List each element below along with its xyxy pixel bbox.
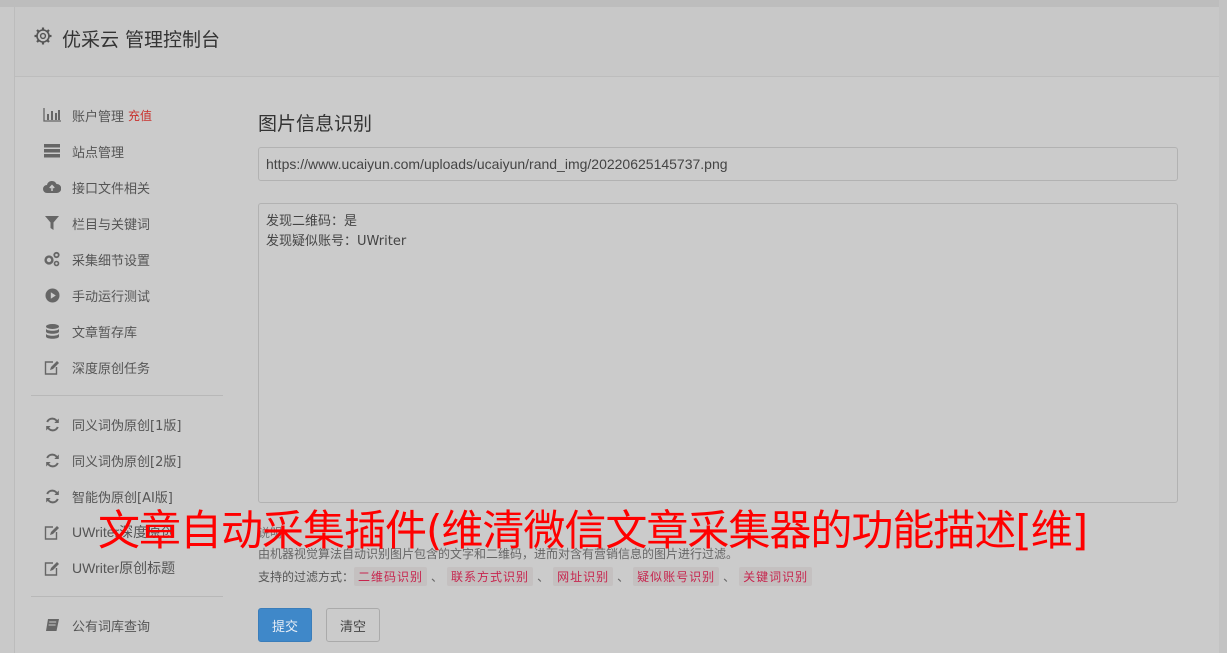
filter-tag-account: 疑似账号识别 bbox=[633, 567, 720, 586]
filter-label: 支持的过滤方式： bbox=[258, 570, 355, 584]
sidebar-item-label: 文章暂存库 bbox=[72, 325, 138, 341]
sidebar-item-label: 手动运行测试 bbox=[72, 289, 151, 305]
sidebar-divider bbox=[31, 395, 223, 396]
gears-icon bbox=[43, 250, 61, 268]
filter-tag-contact: 联系方式识别 bbox=[447, 567, 534, 586]
filter-separator: 、 bbox=[537, 570, 550, 584]
result-line-account: 发现疑似账号：UWriter bbox=[266, 234, 407, 249]
filter-methods: 支持的过滤方式： 二维码识别 、 联系方式识别 、 网址识别 、 疑似账号识别 … bbox=[258, 567, 813, 586]
sidebar-divider bbox=[31, 596, 223, 597]
sidebar-item-synonym-v2[interactable]: 同义词伪原创[2版] bbox=[43, 448, 181, 472]
edit-icon bbox=[43, 523, 61, 541]
sidebar-item-article-storage[interactable]: 文章暂存库 bbox=[43, 319, 137, 343]
sidebar-item-label: 接口文件相关 bbox=[72, 181, 151, 197]
watermark-overlay: 文章自动采集插件(维清微信文章采集器的功能描述[维] bbox=[98, 506, 1088, 555]
top-strip bbox=[0, 0, 1227, 7]
server-icon bbox=[43, 142, 61, 160]
filter-tag-keyword: 关键词识别 bbox=[739, 567, 813, 586]
sidebar-item-label: 同义词伪原创[1版] bbox=[72, 418, 182, 434]
database-icon bbox=[43, 322, 61, 340]
result-textarea[interactable]: 发现二维码：是 发现疑似账号：UWriter bbox=[258, 203, 1178, 503]
book-icon bbox=[43, 616, 61, 634]
filter-separator: 、 bbox=[617, 570, 630, 584]
sidebar-item-synonym-v1[interactable]: 同义词伪原创[1版] bbox=[43, 412, 181, 436]
refresh-icon bbox=[43, 451, 61, 469]
bar-chart-icon bbox=[43, 106, 61, 124]
filter-separator: 、 bbox=[723, 570, 736, 584]
result-line-qrcode: 发现二维码：是 bbox=[266, 214, 358, 229]
edit-icon bbox=[43, 358, 61, 376]
filter-icon bbox=[43, 214, 61, 232]
filter-tag-qrcode: 二维码识别 bbox=[354, 567, 428, 586]
recharge-link[interactable]: 充值 bbox=[128, 107, 152, 124]
sidebar-item-uwriter-title[interactable]: UWriter原创标题 bbox=[43, 556, 175, 580]
sidebar-item-label: 采集细节设置 bbox=[72, 253, 151, 269]
sidebar-item-sites[interactable]: 站点管理 bbox=[43, 139, 124, 163]
image-url-input[interactable]: https://www.ucaiyun.com/uploads/ucaiyun/… bbox=[258, 147, 1178, 181]
sidebar-item-label: 站点管理 bbox=[72, 145, 125, 161]
sidebar-item-interface-files[interactable]: 接口文件相关 bbox=[43, 175, 150, 199]
refresh-icon bbox=[43, 487, 61, 505]
play-circle-icon bbox=[43, 286, 61, 304]
filter-separator: 、 bbox=[431, 570, 444, 584]
sidebar-item-deep-original[interactable]: 深度原创任务 bbox=[43, 355, 150, 379]
clear-button[interactable]: 清空 bbox=[326, 608, 380, 642]
scrollbar-track[interactable] bbox=[1219, 0, 1227, 653]
refresh-icon bbox=[43, 415, 61, 433]
sidebar-item-label: 栏目与关键词 bbox=[72, 217, 151, 233]
app-title: 优采云 管理控制台 bbox=[62, 29, 221, 51]
page-header: 优采云 管理控制台 bbox=[15, 7, 1227, 77]
sidebar-item-label: 深度原创任务 bbox=[72, 361, 151, 377]
sidebar-item-columns-keywords[interactable]: 栏目与关键词 bbox=[43, 211, 150, 235]
sidebar-item-label: 账户管理 bbox=[72, 109, 125, 125]
cloud-upload-icon bbox=[43, 178, 61, 196]
filter-tag-url: 网址识别 bbox=[553, 567, 614, 586]
sidebar-item-label: UWriter原创标题 bbox=[72, 560, 176, 576]
edit-icon bbox=[43, 559, 61, 577]
page-title: 图片信息识别 bbox=[258, 113, 373, 135]
submit-button[interactable]: 提交 bbox=[258, 608, 312, 642]
sidebar-item-public-dictionary[interactable]: 公有词库查询 bbox=[43, 613, 150, 637]
sidebar-item-label: 同义词伪原创[2版] bbox=[72, 454, 182, 470]
sidebar-item-label: 公有词库查询 bbox=[72, 619, 151, 635]
sidebar-item-collect-settings[interactable]: 采集细节设置 bbox=[43, 247, 150, 271]
gear-icon bbox=[34, 27, 52, 45]
sidebar-item-manual-run[interactable]: 手动运行测试 bbox=[43, 283, 150, 307]
sidebar-item-account[interactable]: 账户管理 充值 bbox=[43, 103, 152, 127]
